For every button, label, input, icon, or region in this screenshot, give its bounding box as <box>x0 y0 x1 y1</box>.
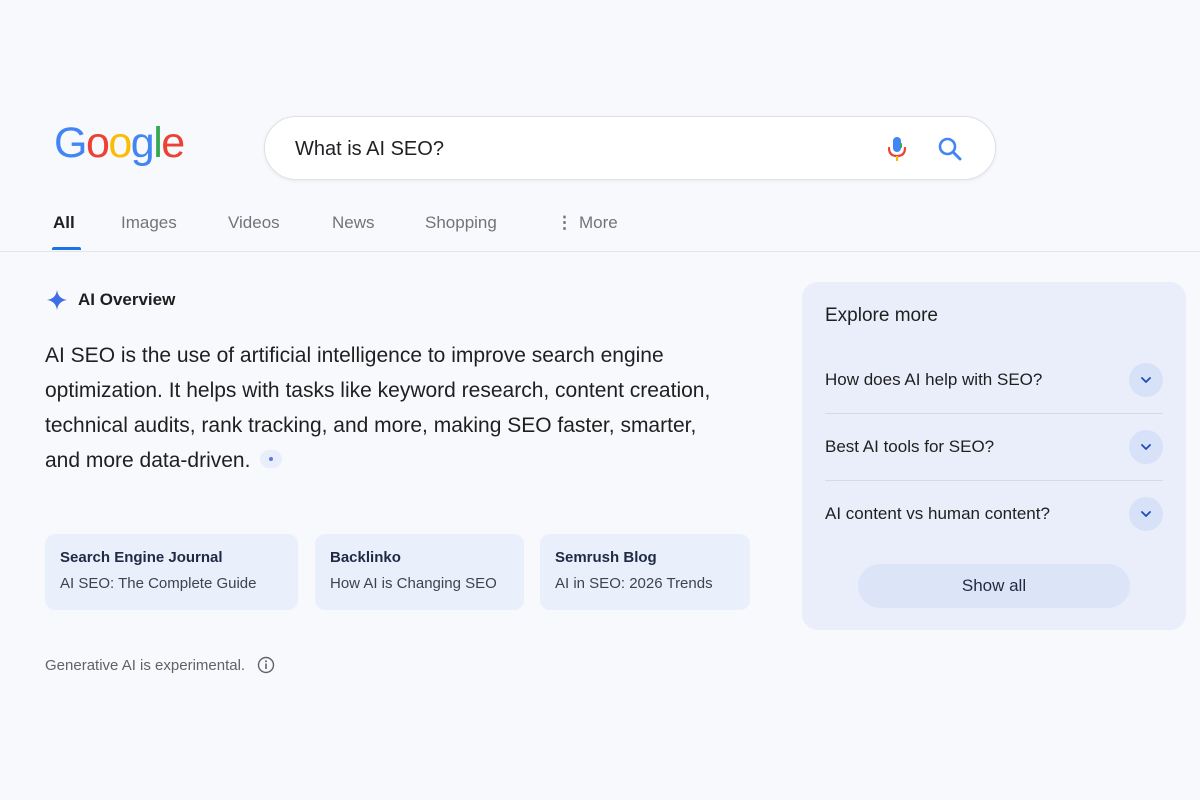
source-title: How AI is Changing SEO <box>330 575 497 592</box>
explore-item-label: How does AI help with SEO? <box>825 370 1043 389</box>
ai-overview-body: AI SEO is the use of artificial intellig… <box>45 344 711 472</box>
search-bar[interactable]: What is AI SEO? <box>264 116 996 180</box>
logo-letter: G <box>54 119 87 167</box>
ai-overview-text: AI SEO is the use of artificial intellig… <box>45 338 725 478</box>
source-card[interactable]: Backlinko How AI is Changing SEO <box>315 534 524 610</box>
explore-more-title: Explore more <box>825 305 938 326</box>
explore-item-label: AI content vs human content? <box>825 504 1050 523</box>
ai-overview-header: AI Overview <box>46 289 175 311</box>
tab-shopping[interactable]: Shopping <box>425 213 497 233</box>
search-tabs: All Images Videos News Shopping ⋮ More <box>0 200 1200 252</box>
logo-letter: o <box>108 119 132 167</box>
tab-news[interactable]: News <box>332 213 375 233</box>
logo-letter: o <box>85 119 110 167</box>
google-logo[interactable]: Google <box>54 119 185 167</box>
divider <box>825 413 1163 414</box>
disclaimer: Generative AI is experimental. <box>45 656 275 674</box>
tab-more[interactable]: ⋮ More <box>556 213 618 233</box>
expand-button[interactable] <box>1129 363 1163 397</box>
explore-more-panel: Explore more How does AI help with SEO? … <box>802 282 1186 630</box>
logo-letter: e <box>161 119 185 167</box>
source-title: AI SEO: The Complete Guide <box>60 575 257 592</box>
source-link-icon[interactable] <box>260 450 283 469</box>
tab-all[interactable]: All <box>53 213 75 233</box>
source-name: Search Engine Journal <box>60 549 223 566</box>
expand-button[interactable] <box>1129 497 1163 531</box>
explore-item-label: Best AI tools for SEO? <box>825 437 995 456</box>
show-all-button[interactable]: Show all <box>858 564 1130 608</box>
tab-more-label: More <box>579 213 618 232</box>
source-card[interactable]: Search Engine Journal AI SEO: The Comple… <box>45 534 298 610</box>
chevron-down-icon <box>1141 511 1151 517</box>
expand-button[interactable] <box>1129 430 1163 464</box>
search-input[interactable]: What is AI SEO? <box>295 138 444 161</box>
search-icon[interactable] <box>937 136 963 162</box>
tab-videos[interactable]: Videos <box>228 213 280 233</box>
info-icon[interactable] <box>257 656 275 674</box>
mic-icon[interactable] <box>885 135 909 163</box>
explore-item[interactable]: AI content vs human content? <box>825 489 1163 539</box>
ai-overview-title: AI Overview <box>78 290 176 309</box>
active-tab-indicator <box>52 247 81 250</box>
chevron-down-icon <box>1141 377 1151 383</box>
source-card[interactable]: Semrush Blog AI in SEO: 2026 Trends <box>540 534 750 610</box>
logo-letter: g <box>130 119 155 167</box>
source-name: Semrush Blog <box>555 549 657 566</box>
tab-images[interactable]: Images <box>121 213 177 233</box>
divider <box>825 480 1163 481</box>
explore-item[interactable]: How does AI help with SEO? <box>825 355 1163 405</box>
disclaimer-text: Generative AI is experimental. <box>45 656 246 674</box>
more-vertical-icon: ⋮ <box>556 213 573 232</box>
source-name: Backlinko <box>330 549 401 566</box>
chevron-down-icon <box>1141 444 1151 450</box>
explore-item[interactable]: Best AI tools for SEO? <box>825 422 1163 472</box>
logo-letter: l <box>153 119 163 167</box>
source-title: AI in SEO: 2026 Trends <box>555 575 713 592</box>
spark-icon <box>46 289 68 311</box>
